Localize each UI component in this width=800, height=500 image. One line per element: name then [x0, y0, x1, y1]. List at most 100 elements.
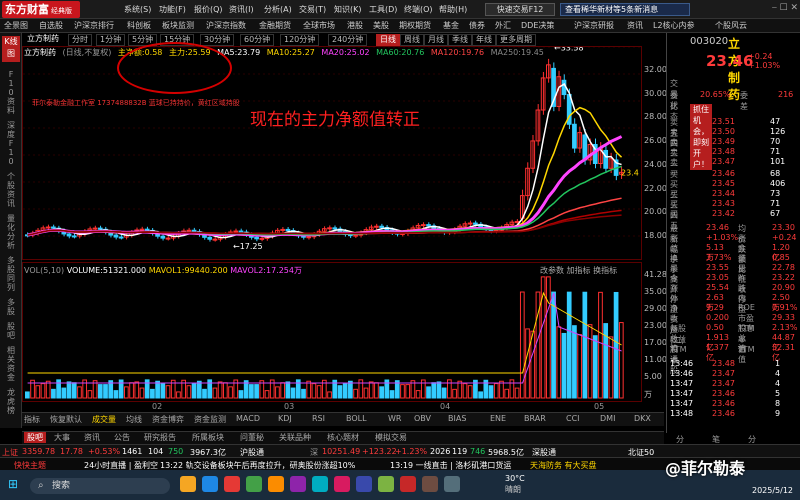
info-tab-8[interactable]: 核心题材 — [327, 432, 359, 443]
indicator-tab-2[interactable]: 成交量 — [92, 414, 116, 425]
menu-item-9[interactable]: 帮助(H) — [439, 4, 467, 15]
nav-item-14[interactable]: DDE决策 — [521, 20, 554, 31]
taskbar-app-icon-9[interactable] — [378, 476, 394, 492]
info-tab-0[interactable]: 股吧 — [24, 432, 46, 443]
nav-item-17[interactable]: L2核心内参 — [653, 20, 695, 31]
windows-start-icon[interactable]: ⊞ — [8, 477, 22, 491]
tab-fenshi[interactable]: 分时 — [68, 34, 92, 46]
sidebar-item-4[interactable]: 多 股 同 列 — [2, 256, 20, 292]
indicator-tab-4[interactable]: 资金博弈 — [152, 414, 184, 425]
taskbar-app-icon-5[interactable] — [290, 476, 306, 492]
sidebar-kline-tab[interactable]: K线图 — [2, 36, 20, 62]
indicator-tab-15[interactable]: CCI — [566, 414, 580, 423]
nav-item-2[interactable]: 沪深京排行 — [74, 20, 114, 31]
menu-item-0[interactable]: 系统(S) — [124, 4, 151, 15]
taskbar-app-icon-7[interactable] — [334, 476, 350, 492]
indicator-tab-10[interactable]: WR — [388, 414, 401, 423]
sidebar-item-6[interactable]: 股 吧 — [2, 322, 20, 340]
fast-order-button[interactable]: 快速交易F12 — [485, 3, 555, 16]
info-tab-3[interactable]: 公告 — [114, 432, 130, 443]
vol-tool-add[interactable]: 加指标 — [567, 266, 591, 275]
indicator-tab-17[interactable]: DKX — [634, 414, 651, 423]
nav-item-9[interactable]: 美股 — [373, 20, 389, 31]
sidebar-item-5[interactable]: 多 股 — [2, 298, 20, 316]
taskbar-app-icon-10[interactable] — [400, 476, 416, 492]
taskbar-app-icon-3[interactable] — [246, 476, 262, 492]
sidebar-item-7[interactable]: 相 关 资 金 — [2, 346, 20, 382]
nav-item-6[interactable]: 金融期货 — [259, 20, 291, 31]
indicator-tab-16[interactable]: DMI — [600, 414, 615, 423]
nav-item-8[interactable]: 港股 — [347, 20, 363, 31]
period-5[interactable]: 120分钟 — [280, 34, 320, 46]
indicator-tab-6[interactable]: MACD — [236, 414, 260, 423]
nav-item-1[interactable]: 自选股 — [39, 20, 63, 31]
menu-item-6[interactable]: 知识(K) — [334, 4, 362, 15]
info-tab-7[interactable]: 关联品种 — [279, 432, 311, 443]
period-7[interactable]: 日线 — [376, 34, 400, 46]
nav-item-10[interactable]: 期权期货 — [399, 20, 431, 31]
period-12[interactable]: 更多周期 — [496, 34, 536, 46]
info-tab-6[interactable]: 问董秘 — [240, 432, 264, 443]
menu-item-7[interactable]: 工具(D) — [369, 4, 397, 15]
nav-item-15[interactable]: 沪深京研报 — [574, 20, 614, 31]
vol-tool-params[interactable]: 改参数 — [540, 266, 564, 275]
indicator-tab-7[interactable]: KDJ — [278, 414, 292, 423]
period-0[interactable]: 1分钟 — [96, 34, 126, 46]
taskbar-app-icon-1[interactable] — [202, 476, 218, 492]
indicator-tab-11[interactable]: OBV — [414, 414, 431, 423]
menu-item-4[interactable]: 分析(A) — [264, 4, 292, 15]
sidebar-item-2[interactable]: 个 股 资 讯 — [2, 172, 20, 208]
info-tab-9[interactable]: 模拟交易 — [375, 432, 407, 443]
period-8[interactable]: 周线 — [400, 34, 424, 46]
period-3[interactable]: 30分钟 — [200, 34, 235, 46]
info-tab-4[interactable]: 研究报告 — [144, 432, 176, 443]
menu-item-8[interactable]: 终端(O) — [404, 4, 433, 15]
period-9[interactable]: 月线 — [424, 34, 448, 46]
taskbar-app-icon-0[interactable] — [180, 476, 196, 492]
indicator-tab-13[interactable]: ENE — [490, 414, 506, 423]
sidebar-item-1[interactable]: 深 度 F 1 0 — [2, 121, 20, 166]
nav-item-12[interactable]: 债券 — [469, 20, 485, 31]
info-tab-2[interactable]: 资讯 — [84, 432, 100, 443]
sidebar-item-0[interactable]: F 1 0 资 料 — [2, 70, 20, 115]
menu-item-3[interactable]: 资讯(I) — [229, 4, 254, 15]
news-notification[interactable]: 查看稀华新材等5条新消息 — [560, 3, 690, 16]
taskbar-app-icon-2[interactable] — [224, 476, 240, 492]
nav-item-3[interactable]: 科创板 — [127, 20, 151, 31]
indicator-tab-1[interactable]: 恢复默认 — [50, 414, 82, 425]
menu-item-2[interactable]: 报价(Q) — [194, 4, 223, 15]
indicator-tab-5[interactable]: 资金监测 — [194, 414, 226, 425]
weather-temp[interactable]: 30°C — [505, 474, 525, 483]
period-11[interactable]: 年线 — [472, 34, 496, 46]
menu-item-1[interactable]: 功能(F) — [159, 4, 186, 15]
nav-item-13[interactable]: 外汇 — [495, 20, 511, 31]
indicator-tab-3[interactable]: 均线 — [126, 414, 142, 425]
vol-tool-swap[interactable]: 换指标 — [593, 266, 617, 275]
taskbar-date[interactable]: 2025/5/12 — [752, 486, 793, 495]
promo-banner[interactable]: 抓住机会，即刻开户！ — [690, 104, 712, 170]
info-tab-5[interactable]: 所属板块 — [192, 432, 224, 443]
taskbar-app-icon-4[interactable] — [268, 476, 284, 492]
nav-item-11[interactable]: 基金 — [443, 20, 459, 31]
indicator-tab-12[interactable]: BIAS — [448, 414, 466, 423]
info-tab-1[interactable]: 大事 — [54, 432, 70, 443]
sidebar-item-8[interactable]: 龙 虎 榜 — [2, 388, 20, 415]
indicator-tab-8[interactable]: RSI — [312, 414, 325, 423]
taskbar-app-icon-12[interactable] — [444, 476, 460, 492]
taskbar-app-icon-8[interactable] — [356, 476, 372, 492]
sidebar-item-3[interactable]: 量 化 分 析 — [2, 214, 20, 250]
price-chart[interactable]: ←33.58 ←17.25 23.4 — [22, 44, 643, 260]
indicator-tab-14[interactable]: BRAR — [524, 414, 546, 423]
nav-item-18[interactable]: 个股风云 — [715, 20, 747, 31]
window-controls[interactable]: ⎯ ☐ ✕ — [772, 3, 798, 13]
indicator-tab-9[interactable]: BOLL — [346, 414, 367, 423]
period-10[interactable]: 季线 — [448, 34, 472, 46]
volume-chart[interactable] — [22, 262, 642, 402]
menu-item-5[interactable]: 交易(T) — [299, 4, 326, 15]
nav-item-16[interactable]: 资讯 — [627, 20, 643, 31]
taskbar-search[interactable]: 搜索 — [30, 478, 170, 494]
nav-item-0[interactable]: 全景图 — [4, 20, 28, 31]
period-6[interactable]: 240分钟 — [328, 34, 368, 46]
nav-item-5[interactable]: 沪深京指数 — [206, 20, 246, 31]
period-4[interactable]: 60分钟 — [240, 34, 275, 46]
